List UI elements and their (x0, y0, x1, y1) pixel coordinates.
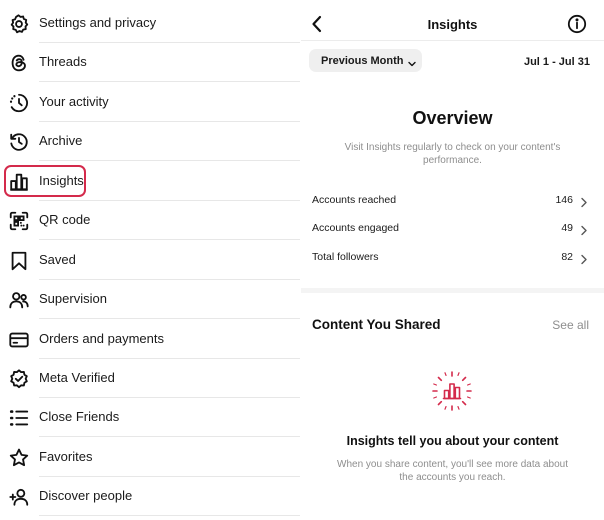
insights-panel: Insights Previous Month Jul 1 - Jul 31 O… (301, 0, 604, 520)
menu-item-label: Meta Verified (39, 370, 115, 385)
verified-badge-icon (8, 368, 30, 390)
menu-item-threads[interactable]: Threads (0, 43, 300, 82)
activity-icon (8, 92, 30, 114)
profile-menu: Settings and privacy Threads Your activi… (0, 0, 300, 520)
overview-subtitle: Visit Insights regularly to check on you… (344, 142, 561, 166)
chevron-down-icon (407, 56, 417, 67)
supervision-icon (8, 289, 30, 311)
menu-item-settings-and-privacy[interactable]: Settings and privacy (0, 4, 300, 43)
chevron-right-icon (580, 252, 588, 265)
stat-name: Accounts reached (312, 194, 397, 206)
see-all-link[interactable]: See all (552, 318, 589, 332)
stat-value: 146 (555, 194, 573, 206)
menu-item-label: Supervision (39, 291, 107, 306)
date-range: Jul 1 - Jul 31 (523, 56, 590, 68)
divider (39, 515, 300, 516)
qr-code-icon (8, 210, 30, 232)
empty-state-subtitle: When you share content, you'll see more … (337, 459, 568, 483)
menu-item-label: Archive (39, 133, 83, 148)
insights-sparkle-chart-icon (431, 370, 473, 412)
divider (39, 160, 300, 161)
menu-item-label: Saved (39, 252, 76, 267)
add-person-icon (8, 486, 30, 508)
period-dropdown-label: Previous Month (321, 55, 404, 67)
content-shared-title: Content You Shared (312, 317, 441, 332)
info-icon[interactable] (567, 14, 587, 34)
menu-item-your-activity[interactable]: Your activity (0, 83, 300, 122)
threads-icon (8, 52, 30, 74)
menu-item-favorites[interactable]: Favorites (0, 438, 300, 477)
menu-item-label: Settings and privacy (39, 15, 157, 30)
stat-name: Accounts engaged (312, 222, 399, 234)
menu-item-discover-people[interactable]: Discover people (0, 477, 300, 516)
menu-item-saved[interactable]: Saved (0, 241, 300, 280)
archive-icon (8, 131, 30, 153)
menu-item-orders-and-payments[interactable]: Orders and payments (0, 320, 300, 359)
stat-row-accounts-reached[interactable]: Accounts reached 146 (301, 188, 604, 212)
divider (39, 318, 300, 319)
stat-name: Total followers (312, 251, 379, 263)
menu-item-supervision[interactable]: Supervision (0, 280, 300, 319)
section-divider (301, 288, 604, 293)
menu-item-meta-verified[interactable]: Meta Verified (0, 359, 300, 398)
page-title: Insights (427, 17, 478, 32)
insights-highlight-box (4, 165, 86, 197)
menu-item-label: QR code (39, 212, 91, 227)
menu-item-label: Orders and payments (39, 331, 165, 346)
stat-row-total-followers[interactable]: Total followers 82 (301, 245, 604, 269)
menu-item-label: Close Friends (39, 409, 120, 424)
close-friends-list-icon (8, 407, 30, 429)
divider (39, 436, 300, 437)
menu-item-close-friends[interactable]: Close Friends (0, 398, 300, 437)
empty-state-title: Insights tell you about your content (346, 434, 559, 448)
menu-item-label: Discover people (39, 488, 133, 503)
gear-icon (8, 13, 30, 35)
star-icon (8, 447, 30, 469)
overview-title: Overview (412, 108, 493, 128)
menu-item-label: Favorites (39, 449, 93, 464)
chevron-right-icon (580, 223, 588, 236)
header-divider (301, 40, 604, 41)
stat-value: 82 (561, 251, 573, 263)
menu-item-archive[interactable]: Archive (0, 122, 300, 161)
period-dropdown[interactable]: Previous Month (309, 49, 422, 72)
card-icon (8, 329, 30, 351)
divider (39, 81, 300, 82)
chevron-right-icon (580, 195, 588, 208)
menu-item-qr-code[interactable]: QR code (0, 201, 300, 240)
divider (39, 239, 300, 240)
menu-item-label: Threads (39, 54, 87, 69)
menu-item-label: Your activity (39, 94, 109, 109)
stat-row-accounts-engaged[interactable]: Accounts engaged 49 (301, 216, 604, 240)
stat-value: 49 (561, 222, 573, 234)
bookmark-icon (8, 250, 30, 272)
